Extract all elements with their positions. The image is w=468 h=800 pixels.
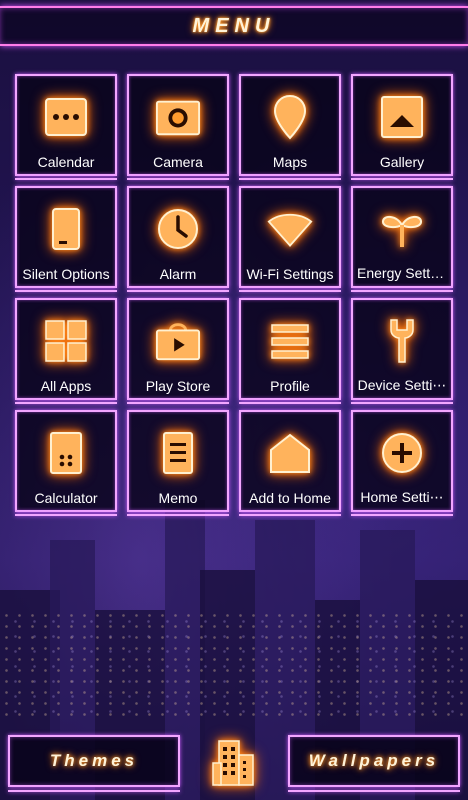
tile-add-to-home[interactable]: Add to Home [239, 410, 341, 516]
calculator-icon [43, 430, 89, 476]
tile-label: Memo [158, 490, 198, 506]
tile-play-store[interactable]: Play Store [127, 298, 229, 404]
tile-label: Device Setti⋯ [357, 377, 447, 393]
tile-label: Profile [270, 378, 310, 394]
wallpapers-button[interactable]: Wallpapers [288, 735, 460, 792]
menu-header: MENU [0, 6, 468, 46]
tile-all-apps[interactable]: All Apps [15, 298, 117, 404]
calendar-icon [43, 94, 89, 140]
wallpapers-label: Wallpapers [308, 751, 440, 770]
tile-alarm[interactable]: Alarm [127, 186, 229, 292]
tile-label: Alarm [159, 266, 197, 282]
sprout-icon [379, 206, 425, 252]
themes-label: Themes [49, 751, 139, 770]
tile-label: Home Setti⋯ [360, 489, 444, 505]
themes-button[interactable]: Themes [8, 735, 180, 792]
tile-label: Calculator [34, 490, 98, 506]
tile-calculator[interactable]: Calculator [15, 410, 117, 516]
tile-device-settings[interactable]: Device Setti⋯ [351, 298, 453, 404]
camera-icon [155, 94, 201, 140]
page-title: MENU [192, 14, 276, 37]
store-bag-icon [155, 318, 201, 364]
buildings-icon [208, 736, 260, 788]
phone-icon [43, 206, 89, 252]
wrench-icon [379, 318, 425, 364]
clock-icon [155, 206, 201, 252]
tile-label: Gallery [379, 154, 425, 170]
tile-gallery[interactable]: Gallery [351, 74, 453, 180]
app-grid: Calendar Camera Maps Gallery Silent Opti… [15, 74, 453, 516]
tile-label: Play Store [145, 378, 211, 394]
plus-circle-icon [379, 430, 425, 476]
tile-label: All Apps [40, 378, 92, 394]
memo-icon [155, 430, 201, 476]
wifi-icon [267, 206, 313, 252]
tile-home-settings[interactable]: Home Setti⋯ [351, 410, 453, 516]
house-icon [267, 430, 313, 476]
tile-camera[interactable]: Camera [127, 74, 229, 180]
tile-label: Maps [272, 154, 308, 170]
tile-silent-options[interactable]: Silent Options [15, 186, 117, 292]
tile-label: Camera [153, 154, 203, 170]
tile-calendar[interactable]: Calendar [15, 74, 117, 180]
tile-profile[interactable]: Profile [239, 298, 341, 404]
tile-memo[interactable]: Memo [127, 410, 229, 516]
tile-label: Silent Options [22, 266, 110, 282]
tile-maps[interactable]: Maps [239, 74, 341, 180]
gallery-icon [379, 94, 425, 140]
list-lines-icon [267, 318, 313, 364]
grid-icon [43, 318, 89, 364]
tile-label: Add to Home [249, 490, 331, 506]
tile-wifi-settings[interactable]: Wi-Fi Settings [239, 186, 341, 292]
tile-label: Calendar [37, 154, 95, 170]
tile-energy-settings[interactable]: Energy Setti⋯ [351, 186, 453, 292]
tile-label: Wi-Fi Settings [246, 266, 334, 282]
map-pin-icon [267, 94, 313, 140]
tile-label: Energy Setti⋯ [357, 265, 448, 281]
